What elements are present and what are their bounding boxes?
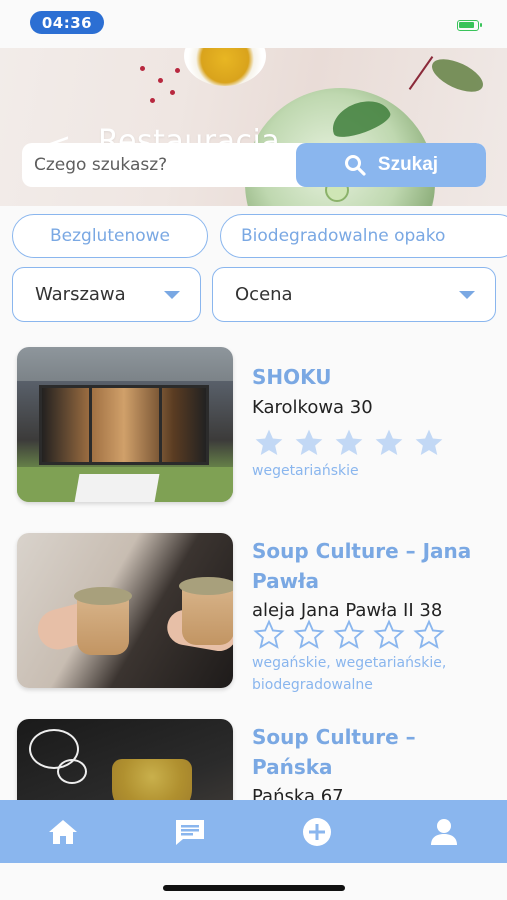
search-input[interactable] [22, 143, 312, 187]
star-filled-icon [335, 429, 363, 455]
star-outline-icon [333, 619, 365, 649]
restaurant-tags: wegetariańskie [252, 463, 359, 479]
bottom-tab-bar [0, 800, 507, 863]
status-time: 04:36 [30, 11, 104, 34]
search-icon [344, 154, 366, 176]
photo-soup-lid [179, 577, 233, 595]
rating-stars [252, 427, 446, 459]
filter-chip-label: Bezglutenowe [50, 226, 170, 246]
star-filled-icon [415, 429, 443, 455]
star-outline-icon [373, 619, 405, 649]
home-indicator[interactable] [163, 885, 345, 891]
tab-profile[interactable] [380, 800, 507, 863]
restaurant-address: Karolkowa 30 [252, 397, 373, 418]
banner-photo-peppercorn [150, 98, 155, 103]
banner-photo-peppercorn [175, 68, 180, 73]
photo-soup-lid [74, 587, 132, 605]
add-circle-icon [302, 817, 331, 846]
star-outline-icon [253, 619, 285, 649]
photo-table [74, 474, 160, 502]
chat-icon [176, 819, 205, 845]
star-filled-icon [295, 429, 323, 455]
restaurant-photo[interactable] [17, 347, 233, 502]
star-filled-icon [255, 429, 283, 455]
restaurant-tags: wegańskie, wegetariańskie, biodegradowal… [252, 655, 447, 693]
star-filled-icon [375, 429, 403, 455]
home-icon [49, 819, 78, 844]
banner-photo-leaf [427, 52, 488, 99]
tab-add[interactable] [254, 800, 381, 863]
banner-photo-oil-bowl [184, 48, 266, 86]
banner-photo-peppercorn [158, 78, 163, 83]
city-select[interactable]: Warszawa [12, 267, 201, 322]
star-outline-icon [293, 619, 325, 649]
restaurant-name[interactable]: Soup Culture – Pańska [252, 722, 482, 782]
status-bar: 04:36 [0, 0, 507, 48]
photo-storefront-window [39, 385, 209, 465]
app-screen: 04:36 < Restauracja Szukaj B [0, 0, 507, 900]
sort-select[interactable]: Ocena [212, 267, 496, 322]
restaurant-name[interactable]: SHOKU [252, 362, 332, 392]
chevron-down-icon [459, 291, 475, 299]
banner-photo-peppercorn [170, 90, 175, 95]
restaurant-photo[interactable] [17, 533, 233, 688]
filter-chip-label: Biodegradowalne opako [241, 226, 446, 246]
profile-icon [430, 818, 457, 845]
filter-chip-biodegradable[interactable]: Biodegradowalne opako [220, 214, 507, 258]
search-button-label: Szukaj [377, 154, 439, 175]
restaurant-name[interactable]: Soup Culture – Jana Pawła [252, 536, 482, 596]
banner-photo-peppercorn [140, 66, 145, 71]
search-button[interactable]: Szukaj [296, 143, 486, 187]
filter-chip-gluten-free[interactable]: Bezglutenowe [12, 214, 208, 258]
city-select-value: Warszawa [35, 284, 126, 305]
tab-home[interactable] [0, 800, 127, 863]
chevron-down-icon [164, 291, 180, 299]
home-indicator-area [0, 863, 507, 900]
photo-window-frame [89, 385, 92, 465]
search-bar: Szukaj [22, 143, 486, 187]
star-outline-icon [413, 619, 445, 649]
rating-stars [252, 619, 446, 651]
sort-select-value: Ocena [235, 284, 293, 305]
tab-messages[interactable] [127, 800, 254, 863]
photo-chalk-drawing [57, 759, 87, 784]
header-banner: < Restauracja Szukaj [0, 48, 507, 206]
photo-window-frame [159, 385, 162, 465]
banner-photo-stem [408, 56, 434, 90]
battery-icon [457, 20, 482, 31]
